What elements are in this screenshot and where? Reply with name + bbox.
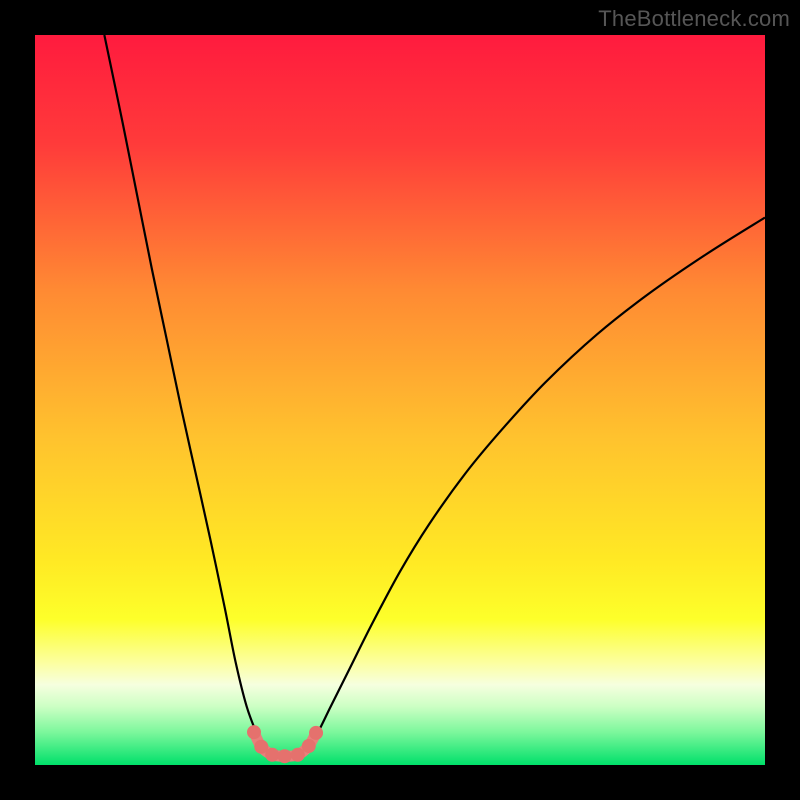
bottleneck-floor-dots (247, 725, 261, 739)
curve-layer (35, 35, 765, 765)
bottleneck-floor-dots (291, 748, 305, 762)
chart-root: TheBottleneck.com (0, 0, 800, 800)
bottleneck-floor-dots (278, 749, 292, 763)
bottleneck-curve-left (104, 35, 265, 750)
plot-area (35, 35, 765, 765)
bottleneck-floor-dots (302, 739, 316, 753)
bottleneck-curve-right (305, 218, 765, 751)
bottleneck-floor-dots (309, 726, 323, 740)
watermark-text: TheBottleneck.com (598, 6, 790, 32)
bottleneck-floor-dots (265, 748, 279, 762)
